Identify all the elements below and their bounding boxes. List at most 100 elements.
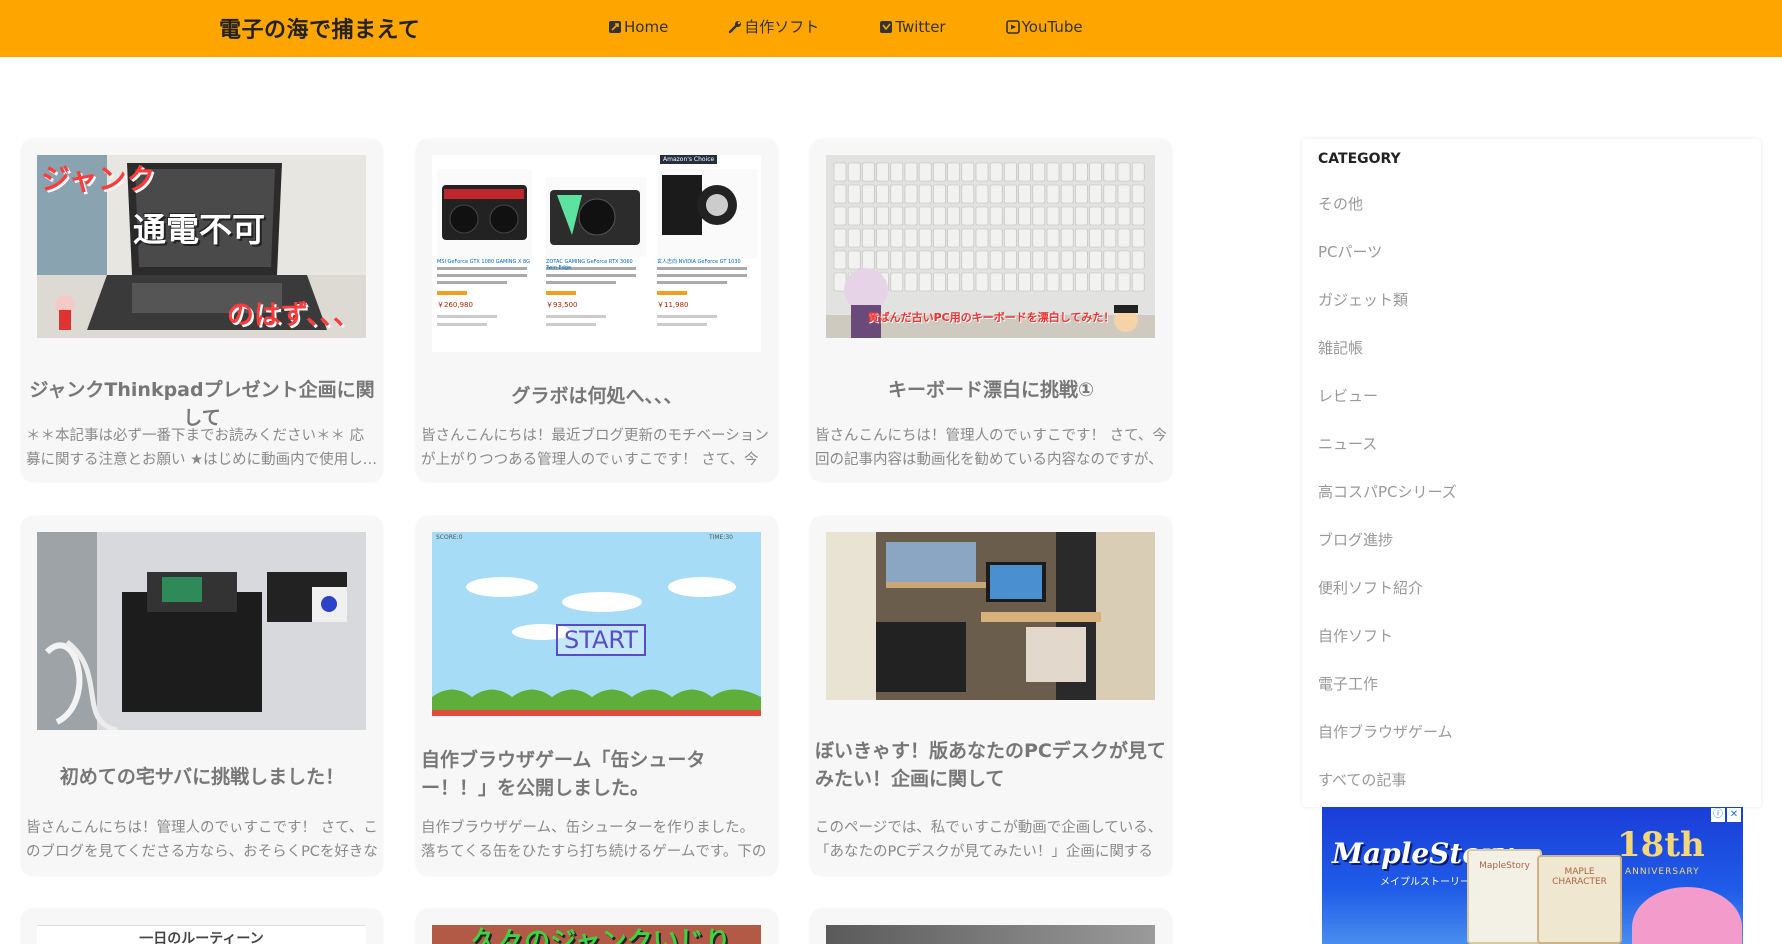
keyboard-key xyxy=(904,228,918,248)
nav-youtube[interactable]: YouTube xyxy=(1005,16,1083,37)
category-item[interactable]: 便利ソフト紹介 xyxy=(1318,578,1457,626)
article-title[interactable]: 自作ブラウザゲーム「缶シューター！！」を公開しました。 xyxy=(421,746,771,802)
advertisement-banner[interactable]: MapleStory メイプルストーリー MapleStory MAPLE CH… xyxy=(1322,807,1743,944)
keyboard-key xyxy=(876,184,889,204)
keyboard-key xyxy=(1018,184,1031,204)
article-card[interactable] xyxy=(810,909,1172,944)
keyboard-key xyxy=(890,272,904,292)
nav-software[interactable]: 自作ソフト xyxy=(728,16,819,37)
nav-twitter-label: Twitter xyxy=(895,17,946,36)
article-card[interactable]: 初めての宅サバに挑戦しました！ 皆さんこんにちは！管理人のでぃすこです！ さて、… xyxy=(21,516,383,876)
category-item[interactable]: その他 xyxy=(1318,194,1457,242)
article-title[interactable]: 初めての宅サバに挑戦しました！ xyxy=(25,763,379,791)
keyboard-key xyxy=(1075,228,1088,248)
start-button-image: START xyxy=(556,624,646,656)
ad-box-label: MAPLE CHARACTER xyxy=(1552,867,1607,887)
keyboard-key xyxy=(833,206,847,226)
keyboard-key xyxy=(1046,184,1060,204)
article-card[interactable]: ぼいきゃす！版あなたのPCデスクが見てみたい！企画に関して このページでは、私で… xyxy=(810,516,1172,876)
keyboard-key xyxy=(1018,206,1031,226)
category-item[interactable]: 高コスパPCシリーズ xyxy=(1318,482,1457,530)
article-thumbnail[interactable]: 久々のジャンクいじり xyxy=(432,925,761,944)
article-card[interactable]: 久々のジャンクいじり xyxy=(416,909,778,944)
category-item[interactable]: レビュー xyxy=(1318,386,1457,434)
keyboard-key xyxy=(918,206,932,226)
article-thumbnail[interactable] xyxy=(37,532,366,730)
hud-score: SCORE:0 xyxy=(436,534,463,541)
keyboard-key xyxy=(1046,228,1060,248)
keyboard-key xyxy=(904,250,918,270)
keyboard-key xyxy=(1004,162,1017,182)
article-card[interactable]: 一日のルーティーン xyxy=(21,909,383,944)
category-item[interactable]: ガジェット類 xyxy=(1318,290,1457,338)
keyboard-key xyxy=(1103,206,1117,226)
ad-character-image xyxy=(1632,887,1742,944)
main-nav: Home 自作ソフト Twitter YouTube xyxy=(608,16,1143,37)
keyboard-key xyxy=(1075,272,1088,292)
keyboard-key xyxy=(933,162,946,182)
keyboard-key xyxy=(904,272,918,292)
article-thumbnail[interactable]: START SCORE:0 TIME:30 xyxy=(432,532,761,716)
keyboard-key xyxy=(1103,250,1117,270)
keyboard-key xyxy=(1004,228,1017,248)
article-card[interactable]: ジャンク 通電不可 のはず、、、 ジャンクThinkpadプレゼント企画に関して… xyxy=(21,139,383,482)
keyboard-key xyxy=(989,228,1003,248)
nav-software-label: 自作ソフト xyxy=(744,18,820,36)
keyboard-key xyxy=(1075,206,1088,226)
article-thumbnail[interactable]: ジャンク 通電不可 のはず、、、 xyxy=(37,155,366,338)
article-thumbnail[interactable] xyxy=(826,925,1155,944)
article-title[interactable]: グラボは何処へ、、、 xyxy=(420,382,774,410)
keyboard-key xyxy=(1060,272,1074,292)
keyboard-key xyxy=(1089,184,1102,204)
keyboard-key xyxy=(1103,184,1117,204)
ad-close-icon[interactable]: ✕ xyxy=(1727,808,1741,822)
category-item[interactable]: 電子工作 xyxy=(1318,674,1457,722)
thumbnail-main-text: 通電不可 xyxy=(133,210,265,249)
keyboard-key xyxy=(1131,250,1145,270)
site-title[interactable]: 電子の海で捕まえて xyxy=(219,12,420,44)
keyboard-key xyxy=(1004,272,1017,292)
hud-time: TIME:30 xyxy=(708,534,733,541)
nav-home[interactable]: Home xyxy=(608,16,668,37)
article-card[interactable]: Amazon's Choice ￥260,980 ￥93,500 ￥11,980… xyxy=(416,139,778,482)
keyboard-key xyxy=(1089,272,1102,292)
keyboard-key xyxy=(961,272,975,292)
keyboard-key xyxy=(947,228,960,248)
keyboard-key xyxy=(1060,162,1074,182)
sidebar-heading: CATEGORY xyxy=(1318,151,1401,167)
category-item[interactable]: PCパーツ xyxy=(1318,242,1457,290)
article-title[interactable]: ぼいきゃす！版あなたのPCデスクが見てみたい！企画に関して xyxy=(815,737,1170,793)
article-thumbnail[interactable]: 黄ばんだ古いPC用のキーボードを漂白してみた！ xyxy=(826,155,1155,338)
keyboard-key xyxy=(890,206,904,226)
category-item[interactable]: ブログ進捗 xyxy=(1318,530,1457,578)
keyboard-key xyxy=(918,250,932,270)
keyboard-key xyxy=(989,162,1003,182)
keyboard-key xyxy=(1117,228,1131,248)
article-thumbnail[interactable]: Amazon's Choice ￥260,980 ￥93,500 ￥11,980… xyxy=(432,155,761,352)
keyboard-key xyxy=(989,206,1003,226)
keyboard-key xyxy=(890,162,904,182)
ad-info-icon[interactable]: ⓘ xyxy=(1711,808,1725,822)
article-thumbnail[interactable]: 一日のルーティーン xyxy=(37,925,366,944)
category-item[interactable]: 自作ソフト xyxy=(1318,626,1457,674)
keyboard-key xyxy=(862,184,875,204)
ad-product-box: MAPLE CHARACTER xyxy=(1537,855,1622,944)
price-3: ￥11,980 xyxy=(657,301,689,309)
article-card[interactable]: 黄ばんだ古いPC用のキーボードを漂白してみた！ キーボード漂白に挑戦① 皆さんこ… xyxy=(810,139,1172,482)
keyboard-key xyxy=(862,206,875,226)
keyboard-key xyxy=(975,228,989,248)
article-excerpt: 自作ブラウザゲーム、缶シューターを作りました。 落ちてくる缶をひたすら打ち続ける… xyxy=(421,820,767,860)
category-item[interactable]: 自作ブラウザゲーム xyxy=(1318,722,1457,770)
keyboard-key xyxy=(975,206,989,226)
thumbnail-caption: 一日のルーティーン xyxy=(139,931,264,944)
category-item[interactable]: 雑記帳 xyxy=(1318,338,1457,386)
keyboard-key xyxy=(1131,228,1145,248)
category-item[interactable]: ニュース xyxy=(1318,434,1457,482)
nav-twitter[interactable]: Twitter xyxy=(879,16,946,37)
article-thumbnail[interactable] xyxy=(826,532,1155,700)
keyboard-key xyxy=(1032,206,1046,226)
keyboard-key xyxy=(876,162,889,182)
keyboard-key xyxy=(1032,272,1046,292)
article-card[interactable]: START SCORE:0 TIME:30 自作ブラウザゲーム「缶シューター！！… xyxy=(416,516,778,876)
article-title[interactable]: キーボード漂白に挑戦① xyxy=(814,376,1168,404)
